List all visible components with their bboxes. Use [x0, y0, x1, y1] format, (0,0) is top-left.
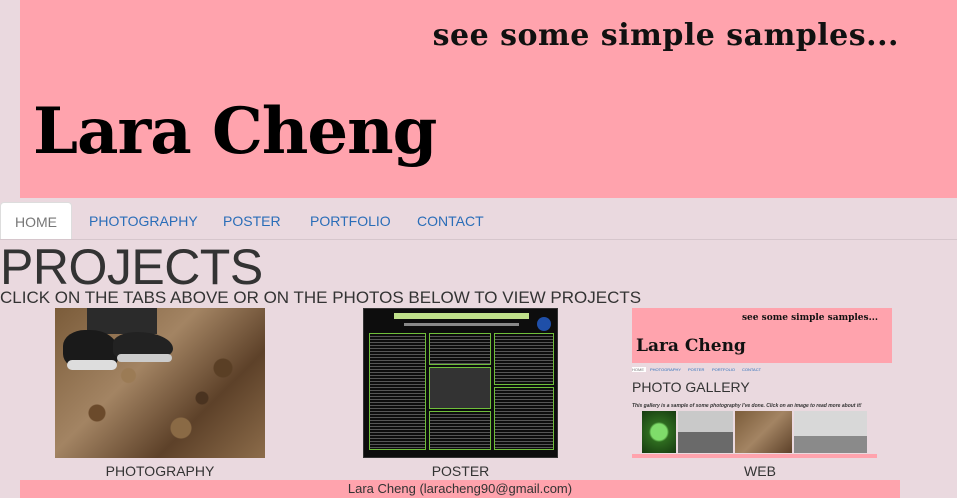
footer: Lara Cheng (laracheng90@gmail.com): [20, 480, 900, 498]
poster-caption[interactable]: POSTER: [363, 463, 558, 479]
nasa-logo-icon: [537, 317, 551, 331]
page-subtitle: CLICK ON THE TABS ABOVE OR ON THE PHOTOS…: [0, 288, 642, 307]
preview-gallery-desc: This gallery is a sample of some photogr…: [632, 403, 862, 409]
header-banner: see some simple samples... Lara Cheng: [20, 0, 957, 198]
tab-portfolio[interactable]: PORTFOLIO: [310, 202, 391, 238]
poster-figure: [429, 367, 491, 409]
preview-image: [642, 411, 676, 453]
poster-column: [369, 333, 426, 450]
photography-caption[interactable]: PHOTOGRAPHY: [55, 463, 265, 479]
preview-image: [735, 411, 792, 453]
tagline: see some simple samples...: [432, 18, 899, 53]
preview-tagline: see some simple samples...: [741, 313, 878, 323]
tab-poster[interactable]: POSTER: [223, 202, 281, 238]
poster-column: [429, 333, 491, 365]
preview-tab: HOME: [632, 367, 646, 372]
web-caption[interactable]: WEB: [632, 463, 888, 479]
tab-photography[interactable]: PHOTOGRAPHY: [89, 202, 198, 238]
preview-footer: [632, 454, 877, 458]
preview-tab: PORTFOLIO: [712, 367, 736, 372]
preview-image: [678, 411, 733, 453]
poster-column: [494, 333, 554, 385]
preview-tab: POSTER: [688, 367, 705, 372]
web-thumbnail[interactable]: see some simple samples... Lara Cheng HO…: [632, 308, 894, 458]
preview-nav: HOME PHOTOGRAPHY POSTER PORTFOLIO CONTAC…: [632, 365, 894, 373]
thumbnail-shoe-sole: [67, 360, 117, 370]
preview-gallery-title: PHOTO GALLERY: [632, 379, 750, 395]
preview-site-title: Lara Cheng: [636, 336, 746, 356]
page-title: PROJECTS: [0, 239, 263, 295]
preview-tab: PHOTOGRAPHY: [650, 367, 682, 372]
photography-thumbnail[interactable]: [55, 308, 265, 458]
preview-tab: CONTACT: [742, 367, 762, 372]
tab-contact[interactable]: CONTACT: [417, 202, 484, 238]
nav-tabs: HOME PHOTOGRAPHY POSTER PORTFOLIO CONTAC…: [0, 202, 957, 240]
poster-title-bar: [394, 313, 529, 319]
thumbnail-shoe-sole: [117, 354, 172, 362]
poster-column: [494, 387, 554, 450]
poster-column: [429, 411, 491, 450]
site-title: Lara Cheng: [33, 94, 437, 169]
poster-subtitle-bar: [404, 323, 519, 326]
tab-home[interactable]: HOME: [0, 202, 72, 239]
preview-image: [794, 411, 867, 453]
poster-thumbnail[interactable]: [363, 308, 558, 458]
